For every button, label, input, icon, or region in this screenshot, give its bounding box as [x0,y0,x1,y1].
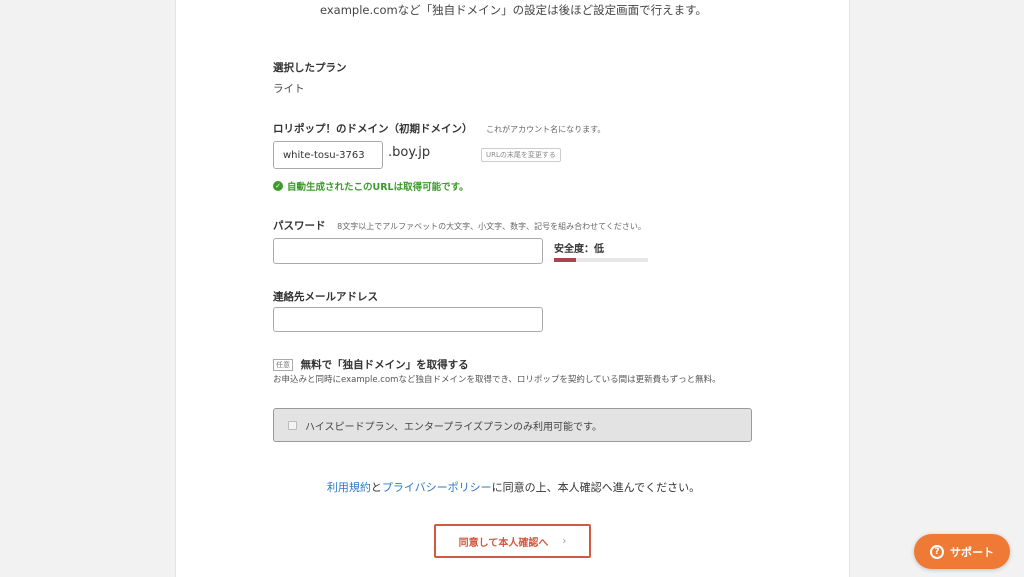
free-domain-title: 無料で「独自ドメイン」を取得する [300,359,469,371]
password-input[interactable] [273,238,543,264]
domain-available-text: 自動生成されたこのURLは取得可能です。 [287,182,469,193]
support-button[interactable]: ? サポート [914,534,1010,569]
optional-tag: 任意 [273,359,293,371]
question-circle-icon: ? [930,544,944,559]
terms-link[interactable]: 利用規約 [327,481,371,494]
password-strength-bar [554,258,576,262]
support-button-label: サポート [950,545,994,559]
domain-available-message: ✓ 自動生成されたこのURLは取得可能です。 [273,179,469,193]
agreement-rest: に同意の上、本人確認へ進んでください。 [491,481,701,494]
plan-label: 選択したプラン [273,62,347,74]
privacy-policy-link[interactable]: プライバシーポリシー [382,481,492,494]
password-note: 8文字以上でアルファベットの大文字、小文字、数字、記号を組み合わせてください。 [337,222,646,231]
free-domain-description: お申込みと同時にexample.comなど独自ドメインを取得でき、ロリポップを契… [273,375,721,385]
agreement-and: と [370,481,382,494]
registration-form-panel: example.comなど「独自ドメイン」の設定は後ほど設定画面で行えます。 選… [175,0,850,577]
domain-input[interactable]: white-tosu-3763 [273,141,383,169]
domain-setting-note: example.comなど「独自ドメイン」の設定は後ほど設定画面で行えます。 [319,3,708,17]
password-label: パスワード 8文字以上でアルファベットの大文字、小文字、数字、記号を組み合わせて… [273,218,646,233]
chevron-right-icon: › [562,535,567,547]
password-label-text: パスワード [273,220,326,232]
domain-label-text: ロリポップ！のドメイン（初期ドメイン） [273,123,473,135]
free-domain-checkbox[interactable] [288,420,297,430]
agreement-text: 利用規約とプライバシーポリシーに同意の上、本人確認へ進んでください。 [176,479,851,495]
agree-button-label: 同意して本人確認へ [458,537,549,549]
free-domain-heading: 任意 無料で「独自ドメイン」を取得する [273,357,469,372]
free-domain-option-disabled: ハイスピードプラン、エンタープライズプランのみ利用可能です。 [273,408,752,442]
domain-label: ロリポップ！のドメイン（初期ドメイン） これがアカウント名になります。 [273,121,605,136]
email-input[interactable] [273,307,543,332]
free-domain-disabled-text: ハイスピードプラン、エンタープライズプランのみ利用可能です。 [305,421,602,433]
plan-value: ライト [273,83,305,95]
check-circle-icon: ✓ [273,181,283,191]
domain-suffix: .boy.jp [388,145,431,160]
domain-note: これがアカウント名になります。 [486,125,606,134]
email-label: 連絡先メールアドレス [273,291,378,303]
agree-and-verify-button[interactable]: 同意して本人確認へ › [434,524,591,558]
password-strength-label: 安全度：低 [554,244,604,255]
change-url-button[interactable]: URLの末尾を変更する [481,148,561,162]
